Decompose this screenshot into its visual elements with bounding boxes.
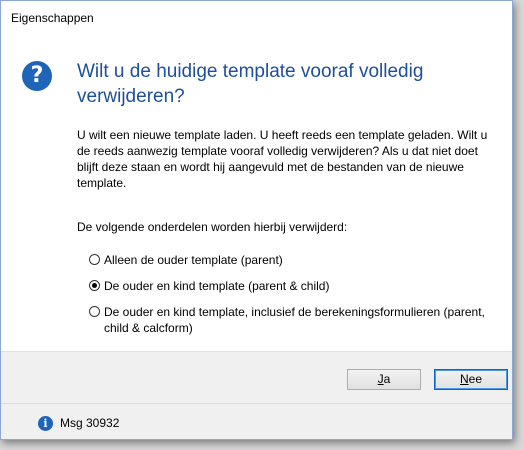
window-title: Eigenschappen <box>1 1 512 35</box>
dialog-body-text: U wilt een nieuwe template laden. U heef… <box>77 128 488 190</box>
ja-button[interactable]: Ja <box>347 369 421 390</box>
option-label: De ouder en kind template, inclusief de … <box>104 305 485 335</box>
nee-button-label: ee <box>468 372 483 386</box>
option-parent-only[interactable]: Alleen de ouder template (parent) <box>89 252 489 268</box>
option-label: De ouder en kind template (parent & chil… <box>104 279 330 293</box>
option-parent-child[interactable]: De ouder en kind template (parent & chil… <box>89 278 489 294</box>
radio-parent-only[interactable] <box>89 254 100 265</box>
status-message: Msg 30932 <box>60 416 120 430</box>
radio-parent-child-calcform[interactable] <box>89 306 100 317</box>
radio-parent-child[interactable] <box>89 280 100 291</box>
dialog-window: Eigenschappen ? Wilt u de huidige templa… <box>0 0 513 440</box>
nee-button-mnemonic: N <box>459 372 469 386</box>
dialog-content: ? Wilt u de huidige template vooraf voll… <box>1 35 512 351</box>
question-icon: ? <box>22 61 52 91</box>
option-parent-child-calcform[interactable]: De ouder en kind template, inclusief de … <box>89 304 489 336</box>
status-bar: i Msg 30932 <box>1 403 512 439</box>
dialog-heading: Wilt u de huidige template vooraf volled… <box>77 61 424 107</box>
nee-button[interactable]: Nee <box>434 369 508 390</box>
info-icon: i <box>38 416 53 431</box>
ja-button-label: a <box>383 372 391 386</box>
option-label: Alleen de ouder template (parent) <box>104 253 283 267</box>
button-bar: Ja Nee <box>1 351 512 404</box>
option-group: Alleen de ouder template (parent) De oud… <box>89 252 489 346</box>
options-intro: De volgende onderdelen worden hierbij ve… <box>77 220 348 234</box>
